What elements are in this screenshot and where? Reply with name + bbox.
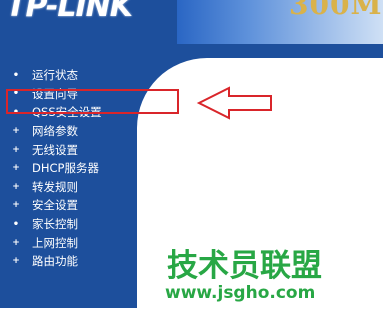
sidebar-item-label: 上网控制	[32, 235, 78, 250]
sidebar-item-wireless[interactable]: + 无线设置	[0, 140, 102, 159]
sidebar-item-label: 转发规则	[32, 179, 78, 194]
sidebar-item-forwarding[interactable]: + 转发规则	[0, 178, 102, 197]
sidebar-item-label: 运行状态	[32, 68, 78, 83]
bullet-icon: •	[12, 218, 20, 230]
left-arrow-icon	[196, 86, 272, 120]
expand-plus-icon: +	[12, 256, 20, 267]
sidebar-item-label: DHCP服务器	[32, 161, 99, 176]
highlight-box	[6, 89, 179, 114]
sidebar-item-network[interactable]: + 网络参数	[0, 122, 102, 141]
sidebar-item-status[interactable]: • 运行状态	[0, 66, 102, 85]
sidebar-item-routing[interactable]: + 路由功能	[0, 252, 102, 271]
expand-plus-icon: +	[12, 163, 20, 174]
router-header: TP-LINK 300M	[0, 0, 383, 44]
watermark-title: 技术员联盟	[167, 248, 322, 284]
expand-plus-icon: +	[12, 126, 20, 137]
sidebar-item-access-control[interactable]: + 上网控制	[0, 233, 102, 252]
sidebar-item-parental-control[interactable]: • 家长控制	[0, 215, 102, 234]
expand-plus-icon: +	[12, 200, 20, 211]
watermark-url: www.jsgho.com	[165, 283, 316, 303]
sidebar-item-dhcp[interactable]: + DHCP服务器	[0, 159, 102, 178]
expand-plus-icon: +	[12, 181, 20, 192]
sidebar-item-label: 无线设置	[32, 142, 78, 157]
expand-plus-icon: +	[12, 144, 20, 155]
sidebar-item-label: 安全设置	[32, 198, 78, 213]
sidebar-item-label: 网络参数	[32, 124, 78, 139]
sidebar-item-security[interactable]: + 安全设置	[0, 196, 102, 215]
model-banner: 300M	[177, 0, 383, 44]
expand-plus-icon: +	[12, 237, 20, 248]
model-banner-text: 300M	[289, 0, 383, 21]
sidebar-item-label: 家长控制	[32, 217, 78, 232]
bullet-icon: •	[12, 69, 20, 81]
tp-link-logo: TP-LINK	[6, 0, 133, 24]
sidebar-item-label: 路由功能	[32, 254, 78, 269]
